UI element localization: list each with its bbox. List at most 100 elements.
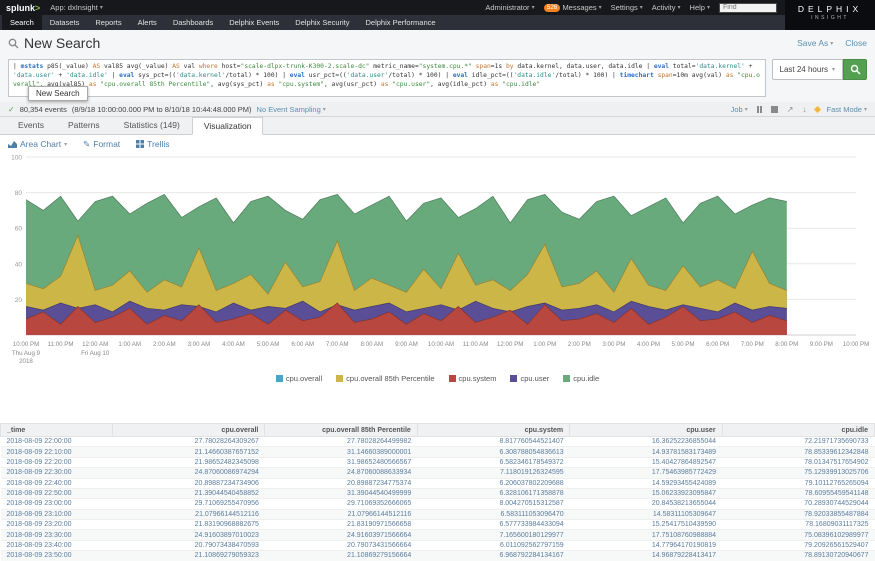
cell-value[interactable]: 75.12939913025706 xyxy=(722,468,874,478)
cell-value[interactable]: 27.78028264499982 xyxy=(265,437,417,447)
nav-item-delphix-performance[interactable]: Delphix Performance xyxy=(358,15,444,30)
cell-value[interactable]: 31.14660389000001 xyxy=(265,447,417,457)
activity-menu[interactable]: Activity▾ xyxy=(652,3,681,12)
close-button[interactable]: Close xyxy=(845,38,867,48)
cell-time[interactable]: 2018-08-09 22:20:00 xyxy=(1,457,113,467)
cell-value[interactable]: 78.60955459541148 xyxy=(722,488,874,498)
trellis-button[interactable]: Trellis xyxy=(136,139,169,149)
event-sampling-menu[interactable]: No Event Sampling▾ xyxy=(257,105,326,114)
cell-value[interactable]: 21.14660387657152 xyxy=(113,447,265,457)
cell-value[interactable]: 20.84538213655044 xyxy=(570,499,722,509)
cell-value[interactable]: 15.25417510439590 xyxy=(570,520,722,530)
cell-value[interactable]: 15.06233923095847 xyxy=(570,488,722,498)
cell-value[interactable]: 21.83190971566658 xyxy=(265,520,417,530)
search-query-input[interactable]: | mstats p85(_value) AS val85 avg(_value… xyxy=(8,59,766,97)
tab-events[interactable]: Events xyxy=(6,116,56,134)
nav-item-search[interactable]: Search xyxy=(2,15,42,30)
cell-value[interactable]: 79.10112765265094 xyxy=(722,478,874,488)
cell-value[interactable]: 24.91603897010023 xyxy=(113,530,265,540)
cell-value[interactable]: 6.582346178549372 xyxy=(417,457,569,467)
cell-value[interactable]: 17.75463985772429 xyxy=(570,468,722,478)
column-header-cpu-system[interactable]: cpu.system xyxy=(417,424,569,437)
cell-value[interactable]: 6.968792284134167 xyxy=(417,551,569,561)
legend-item-cpu-overall-85th-percentile[interactable]: cpu.overall 85th Percentile xyxy=(336,374,434,383)
cell-value[interactable]: 79.20926561529407 xyxy=(722,540,874,550)
cell-value[interactable]: 78.92033855487884 xyxy=(722,509,874,519)
cell-value[interactable]: 16.36252236855044 xyxy=(570,437,722,447)
cell-value[interactable]: 21.83190968882675 xyxy=(113,520,265,530)
nav-item-alerts[interactable]: Alerts xyxy=(130,15,165,30)
settings-menu[interactable]: Settings▾ xyxy=(611,3,643,12)
cell-value[interactable]: 14.59293455424089 xyxy=(570,478,722,488)
cell-value[interactable]: 15.40427864892547 xyxy=(570,457,722,467)
cell-value[interactable]: 14.93781583173489 xyxy=(570,447,722,457)
cell-value[interactable]: 78.01347517654902 xyxy=(722,457,874,467)
column-header-cpu-user[interactable]: cpu.user xyxy=(570,424,722,437)
column-header-time[interactable]: _time xyxy=(1,424,113,437)
cell-time[interactable]: 2018-08-09 23:40:00 xyxy=(1,540,113,550)
cell-time[interactable]: 2018-08-09 23:30:00 xyxy=(1,530,113,540)
cell-time[interactable]: 2018-08-09 22:40:00 xyxy=(1,478,113,488)
cell-value[interactable]: 6.577733984433094 xyxy=(417,520,569,530)
cell-value[interactable]: 21.07966144512116 xyxy=(265,509,417,519)
cell-value[interactable]: 27.78028264309267 xyxy=(113,437,265,447)
cell-value[interactable]: 29.71069352666065 xyxy=(265,499,417,509)
cell-value[interactable]: 6.206037802209688 xyxy=(417,478,569,488)
legend-item-cpu-user[interactable]: cpu.user xyxy=(510,374,549,383)
cell-value[interactable]: 20.79073438470593 xyxy=(113,540,265,550)
cell-value[interactable]: 6.328106171358878 xyxy=(417,488,569,498)
nav-item-delphix-events[interactable]: Delphix Events xyxy=(221,15,287,30)
tab-visualization[interactable]: Visualization xyxy=(192,117,264,135)
cell-value[interactable]: 20.89887234734906 xyxy=(113,478,265,488)
cell-time[interactable]: 2018-08-09 23:20:00 xyxy=(1,520,113,530)
nav-item-delphix-security[interactable]: Delphix Security xyxy=(287,15,357,30)
cell-value[interactable]: 21.10869279059323 xyxy=(113,551,265,561)
help-menu[interactable]: Help▾ xyxy=(690,3,710,12)
cell-value[interactable]: 6.011092562797159 xyxy=(417,540,569,550)
cell-value[interactable]: 31.39044540499999 xyxy=(265,488,417,498)
tab-statistics-149[interactable]: Statistics (149) xyxy=(112,116,192,134)
cell-value[interactable]: 20.89887234775374 xyxy=(265,478,417,488)
cell-time[interactable]: 2018-08-09 22:30:00 xyxy=(1,468,113,478)
user-menu[interactable]: Administrator▾ xyxy=(485,3,534,12)
cell-value[interactable]: 24.87060088633934 xyxy=(265,468,417,478)
cell-value[interactable]: 21.07966144512116 xyxy=(113,509,265,519)
share-icon[interactable]: ↗ xyxy=(787,105,794,114)
job-menu[interactable]: Job▾ xyxy=(731,105,748,114)
search-submit-button[interactable] xyxy=(843,59,867,80)
legend-item-cpu-idle[interactable]: cpu.idle xyxy=(563,374,599,383)
splunk-logo[interactable]: splunk> xyxy=(6,3,40,13)
column-header-cpu-idle[interactable]: cpu.idle xyxy=(722,424,874,437)
cell-value[interactable]: 78.89130720940677 xyxy=(722,551,874,561)
cell-value[interactable]: 29.71069255470956 xyxy=(113,499,265,509)
area-chart[interactable]: 2040608010010:00 PM11:00 PM12:00 AM1:00 … xyxy=(0,153,875,385)
find-input[interactable] xyxy=(719,3,777,13)
legend-item-cpu-overall[interactable]: cpu.overall xyxy=(276,374,322,383)
cell-value[interactable]: 70.28930744529044 xyxy=(722,499,874,509)
cell-time[interactable]: 2018-08-09 23:10:00 xyxy=(1,509,113,519)
time-range-picker[interactable]: Last 24 hours▾ xyxy=(772,59,844,80)
nav-item-reports[interactable]: Reports xyxy=(87,15,129,30)
cell-value[interactable]: 21.98652482345098 xyxy=(113,457,265,467)
stop-job-icon[interactable] xyxy=(771,106,778,113)
messages-menu[interactable]: 526Messages▾ xyxy=(544,3,602,12)
cell-value[interactable]: 6.583111053096470 xyxy=(417,509,569,519)
pause-job-icon[interactable] xyxy=(757,106,762,113)
cell-value[interactable]: 21.39044540458852 xyxy=(113,488,265,498)
chart-type-picker[interactable]: Area Chart▾ xyxy=(8,139,67,149)
nav-item-datasets[interactable]: Datasets xyxy=(42,15,88,30)
cell-time[interactable]: 2018-08-09 22:50:00 xyxy=(1,488,113,498)
format-button[interactable]: ✎Format xyxy=(83,139,120,150)
legend-item-cpu-system[interactable]: cpu.system xyxy=(449,374,497,383)
cell-value[interactable]: 17.75108760988884 xyxy=(570,530,722,540)
cell-value[interactable]: 8.004270515312587 xyxy=(417,499,569,509)
cell-value[interactable]: 7.165600180129977 xyxy=(417,530,569,540)
column-header-cpu-overall-85th-percentile[interactable]: cpu.overall 85th Percentile xyxy=(265,424,417,437)
nav-item-dashboards[interactable]: Dashboards xyxy=(165,15,221,30)
cell-value[interactable]: 78.16809031117325 xyxy=(722,520,874,530)
cell-value[interactable]: 21.10869279156664 xyxy=(265,551,417,561)
cell-value[interactable]: 78.85339612342848 xyxy=(722,447,874,457)
save-as-button[interactable]: Save As▾ xyxy=(797,38,833,48)
area-chart-canvas[interactable]: 2040608010010:00 PM11:00 PM12:00 AM1:00 … xyxy=(0,153,875,366)
cell-time[interactable]: 2018-08-09 23:00:00 xyxy=(1,499,113,509)
